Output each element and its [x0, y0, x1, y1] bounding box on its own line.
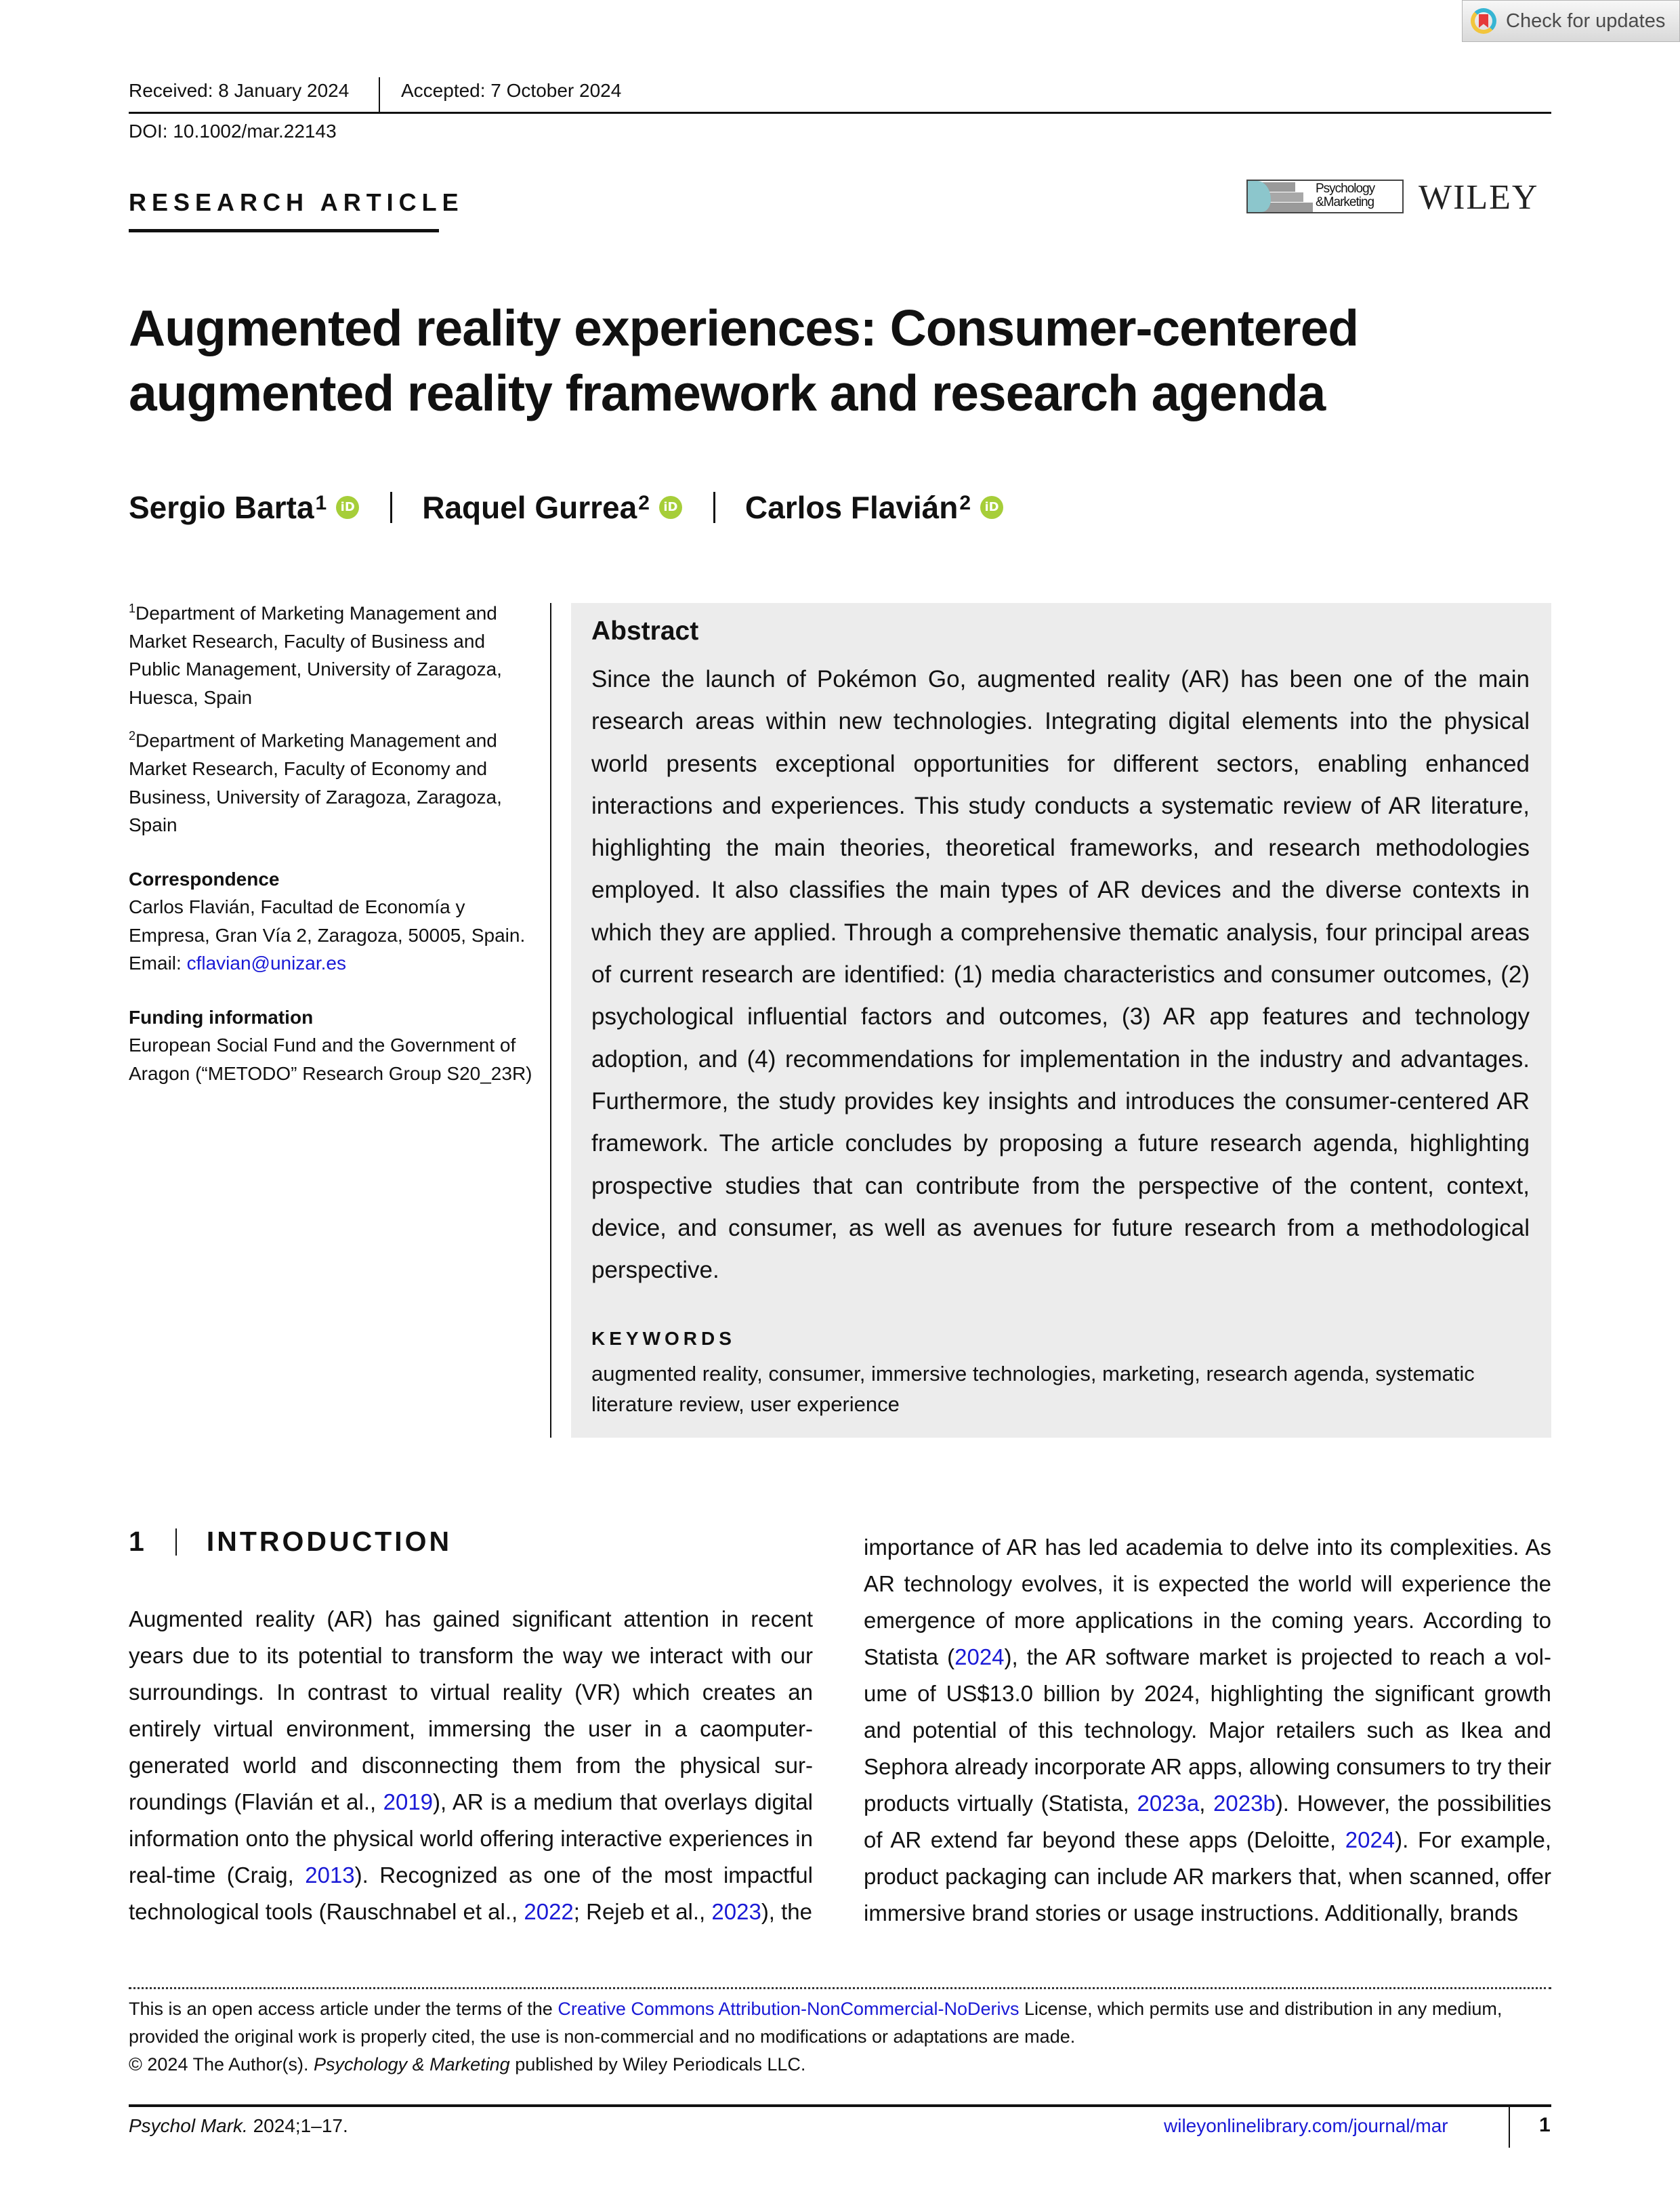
affiliation-marker: 1 — [315, 492, 327, 514]
author-list: Sergio Barta 1 iD Raquel Gurrea 2 iD Carlo… — [129, 489, 1004, 526]
journal-logo[interactable]: Psychology &Marketing — [1246, 180, 1404, 213]
publisher-logo[interactable]: WILEY — [1419, 178, 1538, 217]
citation-link[interactable]: 2023a — [1137, 1791, 1199, 1816]
body-text-column-1: Augmented reality (AR) has gained signif… — [129, 1606, 814, 1924]
email-link[interactable]: cflavian@unizar.es — [187, 953, 346, 974]
author-name[interactable]: Carlos Flavián — [745, 489, 958, 526]
section-heading-divider — [175, 1528, 177, 1556]
footer-citation: Psychol Mark. 2024;1–17. — [129, 2115, 348, 2136]
citation-link[interactable]: 2024 — [1345, 1827, 1395, 1852]
affiliation-marker: 2 — [638, 492, 650, 514]
author-name[interactable]: Sergio Barta — [129, 489, 314, 526]
license-rule — [129, 1987, 1551, 1989]
footer-divider — [1509, 2107, 1510, 2148]
cc-license-link[interactable]: Creative Commons Attribution-NonCommerci… — [558, 1999, 1019, 2019]
funding-text: European Social Fund and the Government … — [129, 1035, 532, 1084]
check-for-updates-button[interactable]: Check for updates — [1462, 0, 1680, 42]
article-type: RESEARCH ARTICLE — [129, 188, 464, 216]
crossmark-bookmark-icon — [1471, 8, 1496, 34]
footer-rule — [129, 2104, 1551, 2107]
column-divider — [550, 603, 551, 1438]
author-separator — [390, 492, 393, 523]
check-for-updates-label: Check for updates — [1506, 9, 1666, 32]
section-heading: 1 INTRODUCTION — [129, 1526, 452, 1558]
citation-link[interactable]: 2022 — [524, 1899, 573, 1924]
body-text-column-2: importance of AR has led academia to del… — [864, 1535, 1551, 1925]
author: Sergio Barta 1 iD — [129, 489, 360, 526]
citation-link[interactable]: 2013 — [305, 1862, 354, 1888]
citation-link[interactable]: 2023 — [711, 1899, 761, 1924]
affiliations-column: 1Department of Marketing Management and … — [129, 595, 535, 1087]
keywords-heading: KEYWORDS — [591, 1328, 736, 1349]
author-separator — [713, 492, 715, 523]
license-notice: This is an open access article under the… — [129, 1999, 1503, 2075]
journal-url-link[interactable]: wileyonlinelibrary.com/journal/mar — [1164, 2115, 1448, 2137]
journal-logo-text: Psychology &Marketing — [1316, 182, 1375, 209]
funding-heading: Funding information — [129, 1006, 314, 1028]
journal-logo-graphic-icon — [1248, 181, 1316, 212]
header-rule — [129, 112, 1551, 114]
article-type-underline — [129, 229, 439, 232]
received-date: Received: 8 January 2024 — [129, 80, 350, 101]
author-name[interactable]: Raquel Gurrea — [422, 489, 637, 526]
section-title: INTRODUCTION — [206, 1526, 453, 1557]
meta-divider — [379, 77, 380, 112]
article-title: Augmented reality experiences: Consumer-… — [129, 299, 1359, 421]
accepted-date: Accepted: 7 October 2024 — [401, 80, 622, 101]
citation-link[interactable]: 2019 — [383, 1789, 433, 1814]
orcid-icon[interactable]: iD — [336, 496, 360, 519]
citation-link[interactable]: 2024 — [954, 1644, 1004, 1669]
correspondence-heading: Correspondence — [129, 868, 280, 890]
orcid-icon[interactable]: iD — [980, 496, 1004, 519]
section-number: 1 — [129, 1526, 144, 1557]
affiliation: 1Department of Marketing Management and … — [129, 602, 502, 708]
abstract-text: Since the launch of Pokémon Go, augmente… — [591, 666, 1530, 1284]
keywords-list: augmented reality, consumer, immersive t… — [591, 1362, 1475, 1416]
correspondence-text: Carlos Flavián, Facultad de Economía y E… — [129, 896, 526, 974]
page-number: 1 — [1539, 2114, 1551, 2136]
author: Carlos Flavián 2 iD — [745, 489, 1004, 526]
citation-link[interactable]: 2023b — [1213, 1791, 1276, 1816]
doi: DOI: 10.1002/mar.22143 — [129, 121, 337, 142]
orcid-icon[interactable]: iD — [658, 496, 682, 519]
affiliation: 2Department of Marketing Management and … — [129, 729, 502, 836]
affiliation-marker: 2 — [959, 492, 971, 514]
author: Raquel Gurrea 2 iD — [422, 489, 682, 526]
abstract-heading: Abstract — [591, 617, 699, 646]
